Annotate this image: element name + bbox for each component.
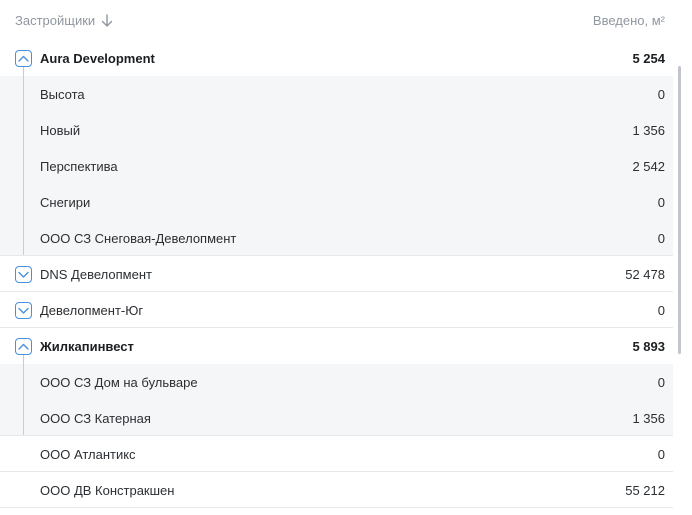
row-label: Жилкапинвест [40, 339, 134, 354]
table-row[interactable]: DNS Девелопмент 52 478 [0, 256, 673, 292]
table-row[interactable]: ООО СЗ Катерная 1 356 [0, 400, 673, 436]
row-value: 55 212 [625, 483, 665, 498]
row-value: 0 [657, 87, 665, 102]
row-value: 52 478 [625, 267, 665, 282]
row-value: 2 542 [632, 159, 665, 174]
row-value: 0 [657, 231, 665, 246]
chevron-up-icon [18, 55, 29, 62]
row-value: 5 893 [632, 339, 665, 354]
chevron-up-icon [18, 343, 29, 350]
row-label: ООО СЗ Дом на бульваре [40, 375, 198, 390]
collapse-toggle[interactable] [15, 338, 32, 355]
table-row[interactable]: Высота 0 [0, 76, 673, 113]
table-row[interactable]: Aura Development 5 254 [0, 40, 673, 76]
row-value: 1 356 [632, 123, 665, 138]
table-row[interactable]: ООО Атлантикс 0 [0, 436, 673, 472]
vertical-scrollbar[interactable] [678, 66, 681, 354]
table-row[interactable]: ООО СЗ Снеговая-Девелопмент 0 [0, 220, 673, 256]
row-label: Перспектива [40, 159, 118, 174]
row-label: DNS Девелопмент [40, 267, 152, 282]
row-value: 0 [657, 303, 665, 318]
expand-toggle[interactable] [15, 266, 32, 283]
table-row[interactable]: Жилкапинвест 5 893 [0, 328, 673, 364]
row-label: Девелопмент-Юг [40, 303, 144, 318]
row-value: 0 [657, 195, 665, 210]
row-label: ООО СЗ Снеговая-Девелопмент [40, 231, 237, 246]
chevron-down-icon [18, 271, 29, 278]
row-value: 0 [657, 447, 665, 462]
row-value: 0 [657, 375, 665, 390]
commissioned-column-label[interactable]: Введено, м² [593, 13, 665, 28]
row-label: ООО СЗ Катерная [40, 411, 151, 426]
table-header: Застройщики Введено, м² [0, 0, 680, 40]
table-row[interactable]: Снегири 0 [0, 184, 673, 221]
sort-arrow-down-icon [101, 14, 113, 27]
row-label: ООО ДВ Констракшен [40, 483, 175, 498]
table-row[interactable]: ООО СЗ Дом на бульваре 0 [0, 364, 673, 401]
row-label: Новый [40, 123, 81, 138]
expand-toggle[interactable] [15, 302, 32, 319]
table-row[interactable]: Девелопмент-Юг 0 [0, 292, 673, 328]
sort-developers-header[interactable]: Застройщики [15, 13, 113, 28]
developers-column-label: Застройщики [15, 13, 96, 28]
row-label: Aura Development [40, 51, 155, 66]
table-row[interactable]: Перспектива 2 542 [0, 148, 673, 185]
table-row[interactable]: Новый 1 356 [0, 112, 673, 149]
row-value: 5 254 [632, 51, 665, 66]
collapse-toggle[interactable] [15, 50, 32, 67]
developers-table: Застройщики Введено, м² Aura Development… [0, 0, 692, 515]
table-body: Aura Development 5 254 Высота 0 Новый 1 … [0, 40, 673, 508]
row-label: ООО Атлантикс [40, 447, 136, 462]
row-value: 1 356 [632, 411, 665, 426]
table-row[interactable]: ООО ДВ Констракшен 55 212 [0, 472, 673, 508]
row-label: Снегири [40, 195, 91, 210]
row-label: Высота [40, 87, 85, 102]
chevron-down-icon [18, 307, 29, 314]
